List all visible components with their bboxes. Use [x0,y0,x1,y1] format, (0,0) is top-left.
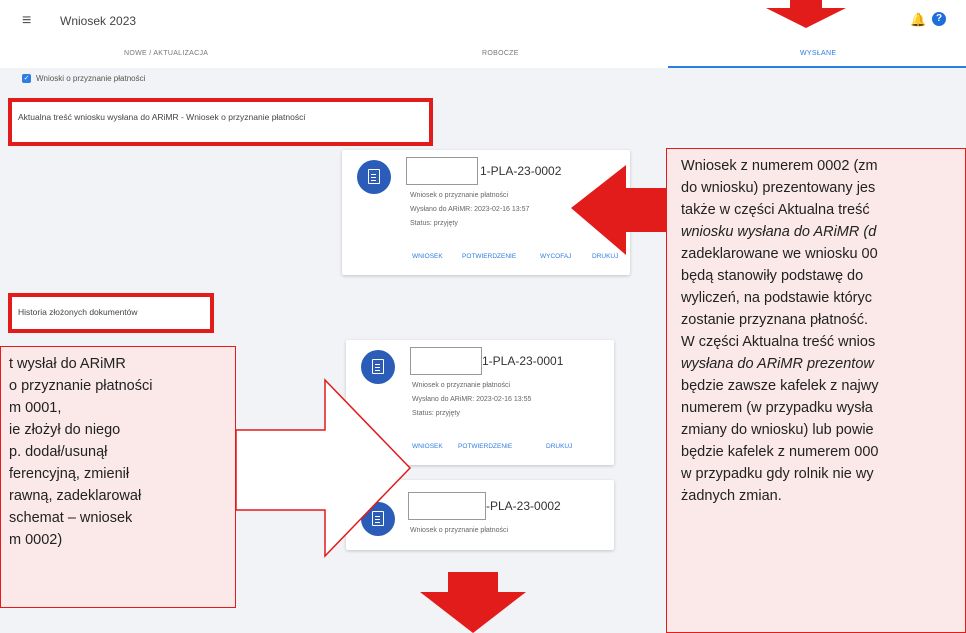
annotation-arrows [235,0,846,633]
down-arrow-icon [420,592,526,633]
down-arrow-icon [766,0,846,28]
down-arrow-shaft [448,572,498,594]
left-arrow-icon [571,165,666,255]
right-arrow-icon [235,378,412,558]
